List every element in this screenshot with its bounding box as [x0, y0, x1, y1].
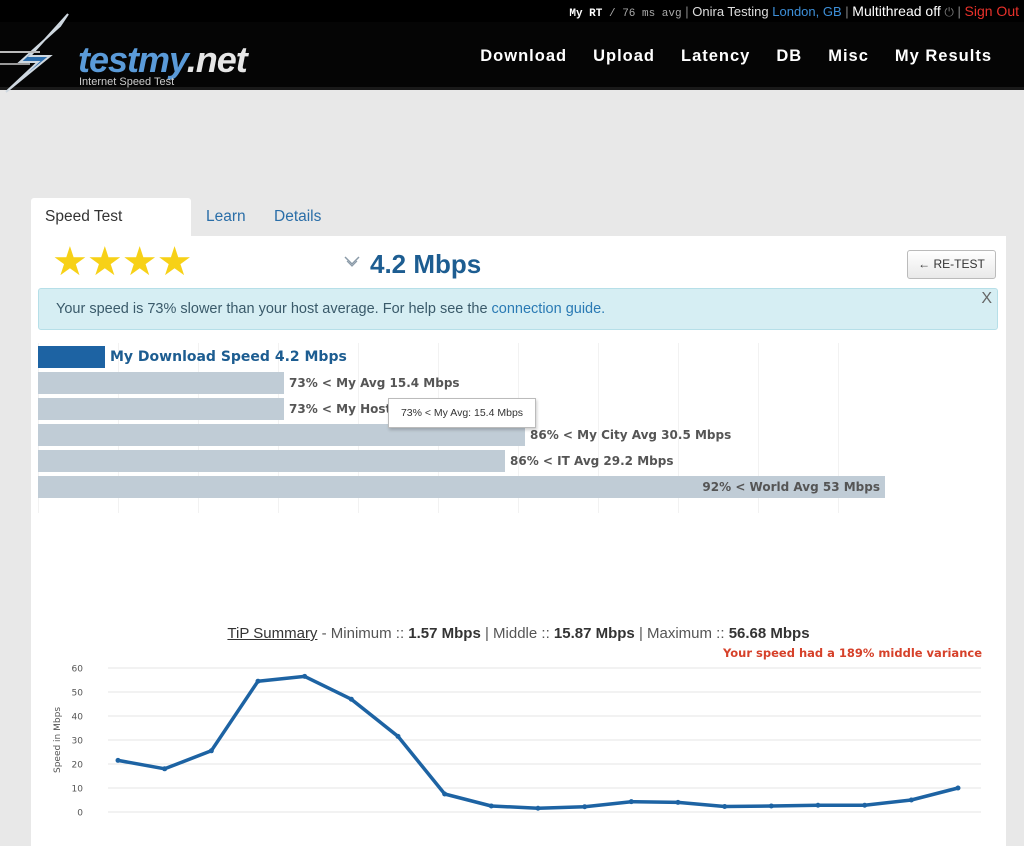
- sign-out-link[interactable]: Sign Out: [965, 3, 1019, 19]
- tip-mid-label: | Middle ::: [480, 625, 554, 642]
- comparison-bar-label: 86% < IT Avg 29.2 Mbps: [510, 454, 674, 468]
- tip-min-label: - Minimum ::: [317, 625, 409, 642]
- data-point: [955, 785, 961, 791]
- tip-summary-link[interactable]: TiP Summary: [227, 625, 317, 642]
- star-rating: ★★★★: [52, 240, 192, 284]
- connection-guide-link[interactable]: connection guide.: [492, 301, 606, 317]
- close-icon[interactable]: X: [981, 279, 992, 319]
- y-axis-label: Speed in Mbps: [53, 707, 63, 773]
- tab-speed-test-results[interactable]: Speed Test Results: [31, 198, 191, 263]
- y-tick-label: 20: [72, 761, 84, 771]
- y-tick-label: 40: [72, 713, 84, 723]
- speed-alert: Your speed is 73% slower than your host …: [38, 288, 998, 330]
- tip-min-value: 1.57 Mbps: [408, 625, 481, 642]
- data-point: [395, 733, 401, 739]
- rt-label: My RT: [569, 8, 603, 20]
- comparison-bar-label: 73% < My Avg 15.4 Mbps: [289, 376, 460, 390]
- data-point: [908, 797, 914, 803]
- separator: |: [685, 4, 689, 19]
- multithread-toggle[interactable]: Multithread off: [852, 3, 940, 19]
- tip-max-value: 56.68 Mbps: [728, 625, 810, 642]
- data-point: [675, 799, 681, 805]
- tip-summary: TiP Summary - Minimum :: 1.57 Mbps | Mid…: [31, 625, 1006, 642]
- data-point: [582, 804, 588, 810]
- data-point: [162, 766, 168, 772]
- data-point: [628, 799, 634, 805]
- top-utility-bar: My RT / 76 ms avg | Onira Testing London…: [0, 0, 1024, 22]
- tab-learn[interactable]: Learn: [206, 198, 246, 236]
- speed-comparison-chart: My Download Speed 4.2 Mbps 73% < My Avg 1…: [38, 343, 998, 513]
- logo-main: testmy: [78, 39, 188, 80]
- comparison-bar[interactable]: [38, 398, 284, 420]
- nav-latency[interactable]: Latency: [681, 47, 750, 66]
- data-point: [722, 803, 728, 809]
- data-point: [768, 803, 774, 809]
- utility-links: My RT / 76 ms avg | Onira Testing London…: [569, 3, 1019, 20]
- nav-my-results[interactable]: My Results: [895, 47, 992, 66]
- rt-slash: /: [602, 8, 623, 20]
- logo-tld: .net: [186, 39, 248, 80]
- y-tick-label: 10: [72, 785, 84, 795]
- y-tick-label: 30: [72, 737, 84, 747]
- tip-mid-value: 15.87 Mbps: [553, 625, 635, 642]
- y-tick-label: 0: [77, 809, 83, 819]
- user-name[interactable]: Onira Testing: [692, 4, 768, 19]
- power-icon[interactable]: ⏻: [944, 5, 954, 19]
- data-point: [815, 802, 821, 808]
- data-point: [115, 757, 121, 763]
- my-speed-bar-label: My Download Speed 4.2 Mbps: [110, 349, 347, 365]
- retest-button[interactable]: ← RE-TEST: [907, 250, 996, 279]
- main-nav: Download Upload Latency DB Misc My Resul…: [480, 47, 992, 66]
- y-tick-label: 50: [72, 689, 84, 699]
- separator: |: [957, 4, 961, 19]
- comparison-bar[interactable]: [38, 372, 284, 394]
- main-navbar: testmy.net Internet Speed Test Download …: [0, 13, 1024, 93]
- nav-misc[interactable]: Misc: [828, 47, 869, 66]
- data-point: [208, 748, 214, 754]
- y-tick-label: 60: [72, 665, 84, 675]
- data-point: [535, 805, 541, 811]
- tab-details-share[interactable]: Details & Share: [274, 198, 321, 301]
- logo-tagline: Internet Speed Test: [79, 76, 175, 88]
- data-point: [302, 673, 308, 679]
- results-panel: ★★★★ 4.2 Mbps ← RE-TEST Your speed is 73…: [31, 236, 1006, 846]
- data-point: [442, 791, 448, 797]
- comparison-bar-label: 92% < World Avg 53 Mbps: [702, 480, 880, 494]
- comparison-bar-label: 86% < My City Avg 30.5 Mbps: [530, 428, 732, 442]
- comparison-bar[interactable]: [38, 450, 505, 472]
- download-arrow-icon: [344, 256, 360, 267]
- user-location[interactable]: London, GB: [772, 4, 841, 19]
- download-speed-value: 4.2 Mbps: [370, 249, 482, 279]
- rt-value[interactable]: 76 ms avg: [622, 8, 681, 20]
- data-point: [862, 802, 868, 808]
- site-logo[interactable]: testmy.net Internet Speed Test: [0, 13, 270, 118]
- chart-tooltip: 73% < My Avg: 15.4 Mbps: [388, 398, 536, 428]
- my-speed-bar[interactable]: [38, 346, 105, 368]
- logo-wordmark: testmy.net: [78, 39, 248, 81]
- data-point: [255, 678, 261, 684]
- data-point: [348, 696, 354, 702]
- tip-max-label: | Maximum ::: [634, 625, 729, 642]
- speed-over-time-chart: 0 10 20 30 40 50 60 Speed in Mbps: [53, 665, 981, 819]
- separator: |: [845, 4, 849, 19]
- lightning-bolt-icon: [0, 13, 69, 93]
- nav-download[interactable]: Download: [480, 47, 567, 66]
- data-point: [488, 803, 494, 809]
- nav-db[interactable]: DB: [776, 47, 802, 66]
- alert-text: Your speed is 73% slower than your host …: [56, 301, 492, 317]
- nav-upload[interactable]: Upload: [593, 47, 655, 66]
